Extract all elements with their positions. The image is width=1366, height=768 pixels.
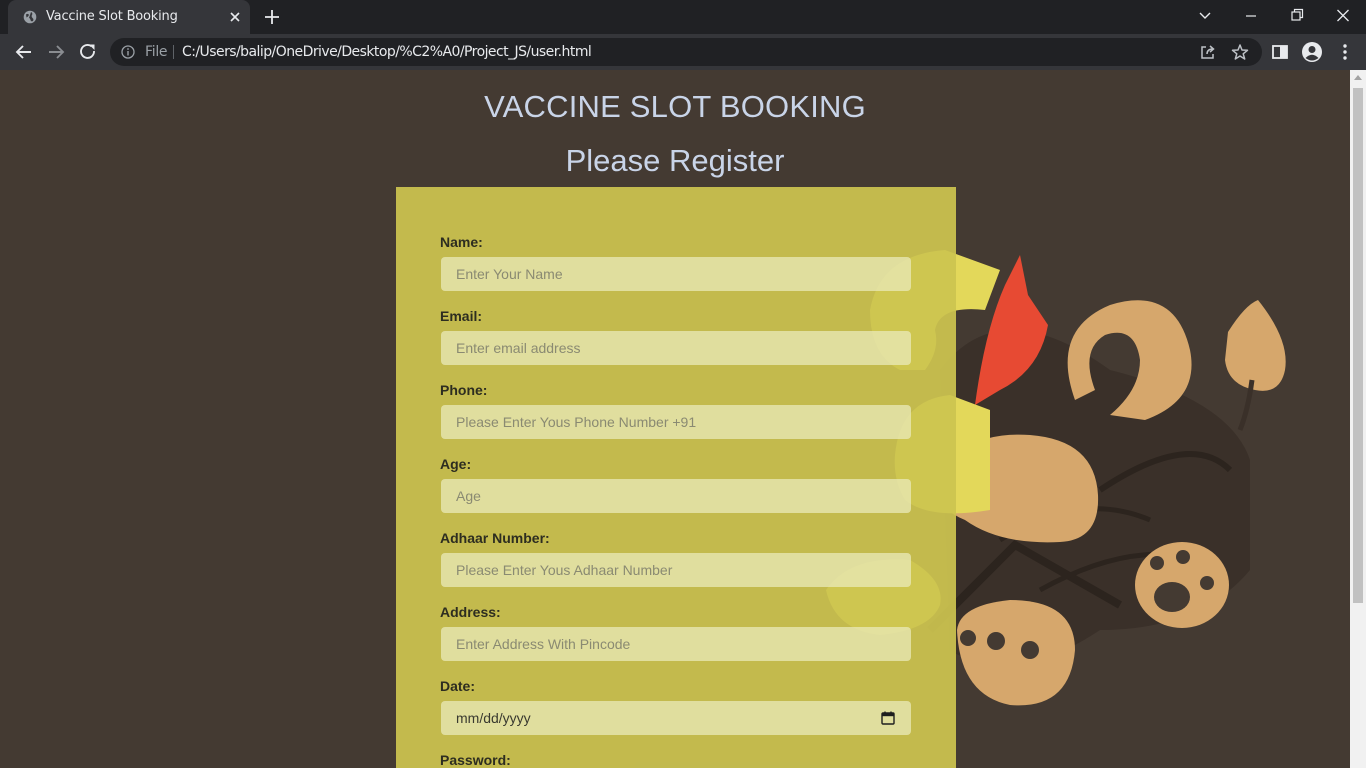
calendar-icon[interactable] [880, 710, 896, 726]
side-panel-icon [1272, 45, 1288, 59]
forward-arrow-icon [49, 45, 65, 59]
back-button[interactable] [12, 40, 36, 64]
address-input[interactable] [441, 627, 911, 661]
registration-form: Name: Email: Phone: Age: Adhaar Number: … [396, 187, 956, 768]
close-icon [1337, 9, 1349, 22]
window-close-button[interactable] [1329, 4, 1357, 28]
star-icon[interactable] [1231, 43, 1249, 61]
reload-button[interactable] [76, 40, 100, 64]
scheme-label: File [145, 44, 168, 60]
tab-search-button[interactable] [1191, 4, 1219, 28]
page-scrollbar[interactable] [1350, 70, 1366, 768]
url-text[interactable]: C:/Users/balip/OneDrive/Desktop/%C2%A0/P… [182, 44, 592, 60]
page-viewport: VACCINE SLOT BOOKING Please Register Nam… [0, 70, 1350, 768]
menu-button[interactable] [1333, 40, 1357, 64]
scroll-up-arrow-icon[interactable] [1354, 75, 1362, 80]
phone-input[interactable] [441, 405, 911, 439]
adhaar-input[interactable] [441, 553, 911, 587]
omnibox-divider [173, 45, 174, 59]
restore-icon [1291, 8, 1304, 21]
address-label: Address: [440, 604, 501, 620]
page-subtitle: Please Register [565, 143, 785, 178]
chevron-down-icon [1199, 12, 1211, 19]
scroll-thumb[interactable] [1353, 88, 1363, 603]
minimize-icon [1246, 15, 1256, 17]
profile-icon [1302, 42, 1322, 62]
name-label: Name: [440, 234, 483, 250]
minimize-button[interactable] [1237, 4, 1265, 28]
plus-icon[interactable] [262, 7, 282, 27]
age-input[interactable] [441, 479, 911, 513]
browser-tab[interactable]: Vaccine Slot Booking [8, 0, 250, 34]
browser-toolbar: File C:/Users/balip/OneDrive/Desktop/%C2… [0, 34, 1366, 70]
back-arrow-icon [15, 45, 31, 59]
share-icon[interactable] [1199, 43, 1217, 61]
info-icon[interactable] [121, 45, 135, 59]
globe-icon [23, 10, 37, 24]
reload-icon [80, 43, 95, 59]
age-label: Age: [440, 456, 472, 472]
close-icon[interactable] [227, 9, 243, 25]
email-label: Email: [440, 308, 483, 324]
address-bar[interactable]: File C:/Users/balip/OneDrive/Desktop/%C2… [110, 38, 1262, 66]
side-panel-button[interactable] [1268, 40, 1292, 64]
email-input[interactable] [441, 331, 911, 365]
date-value: mm/dd/yyyy [456, 710, 531, 726]
page-title: VACCINE SLOT BOOKING [484, 89, 866, 124]
password-label: Password: [440, 752, 511, 768]
restore-button[interactable] [1283, 4, 1311, 28]
name-input[interactable] [441, 257, 911, 291]
tab-title: Vaccine Slot Booking [46, 9, 178, 24]
tab-strip: Vaccine Slot Booking [0, 0, 1366, 34]
kebab-menu-icon [1343, 44, 1347, 60]
profile-button[interactable] [1300, 40, 1324, 64]
date-input[interactable]: mm/dd/yyyy [441, 701, 911, 735]
forward-button[interactable] [44, 40, 68, 64]
phone-label: Phone: [440, 382, 488, 398]
date-label: Date: [440, 678, 476, 694]
adhaar-label: Adhaar Number: [440, 530, 550, 546]
